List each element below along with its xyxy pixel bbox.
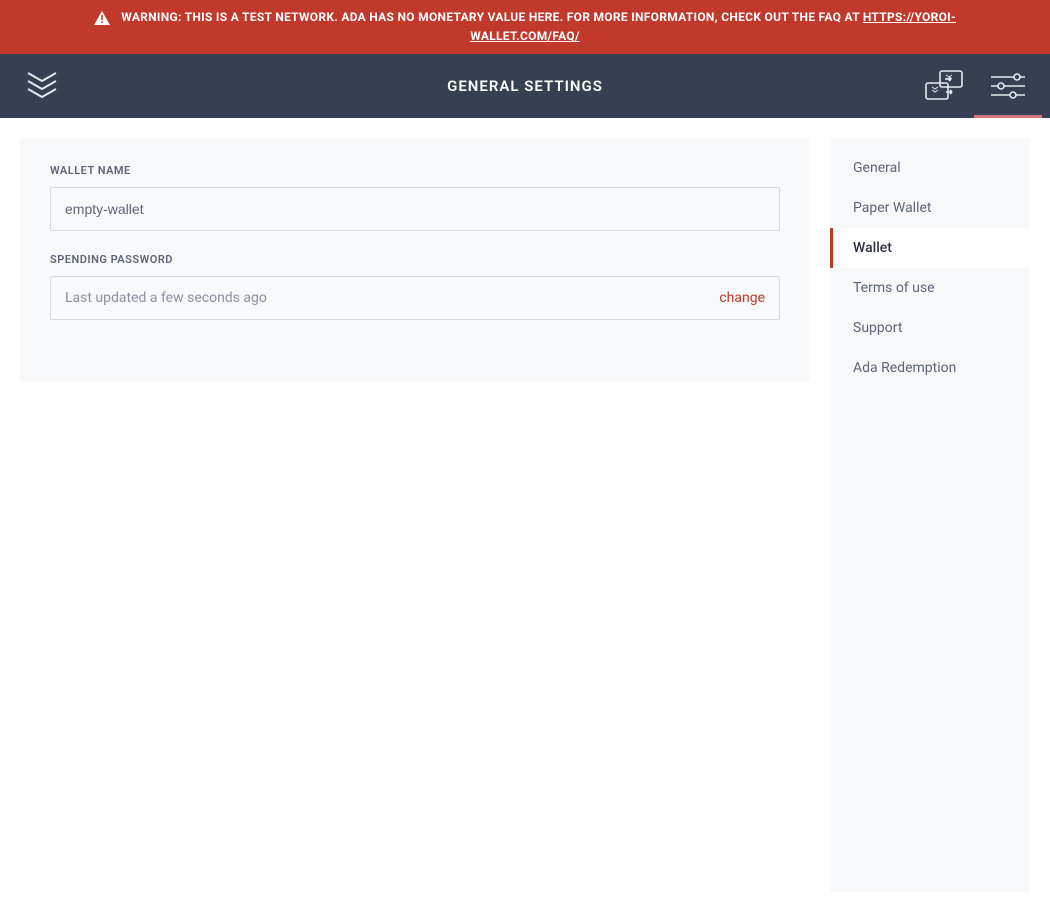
settings-sidebar: General Paper Wallet Wallet Terms of use… bbox=[830, 138, 1030, 892]
sidebar-item-paper-wallet[interactable]: Paper Wallet bbox=[830, 188, 1030, 228]
settings-panel: Wallet Name Spending Password Last updat… bbox=[20, 138, 810, 382]
sidebar-item-general[interactable]: General bbox=[830, 148, 1030, 188]
sidebar-item-label: Support bbox=[853, 320, 902, 336]
sidebar-item-label: Ada Redemption bbox=[853, 360, 956, 376]
sidebar-item-label: Paper Wallet bbox=[853, 200, 932, 216]
sidebar-item-label: Terms of use bbox=[853, 280, 935, 296]
sidebar-item-terms-of-use[interactable]: Terms of use bbox=[830, 268, 1030, 308]
wallet-switch-icon[interactable] bbox=[924, 66, 964, 106]
sidebar-item-wallet[interactable]: Wallet bbox=[830, 228, 1030, 268]
spending-password-change-link[interactable]: change bbox=[719, 290, 765, 306]
main-content: Wallet Name Spending Password Last updat… bbox=[0, 118, 1050, 912]
warning-triangle-icon bbox=[94, 11, 110, 25]
settings-active-indicator bbox=[974, 115, 1042, 118]
wallet-name-input[interactable] bbox=[50, 187, 780, 231]
sidebar-item-support[interactable]: Support bbox=[830, 308, 1030, 348]
spending-password-label: Spending Password bbox=[50, 253, 780, 266]
testnet-warning-banner: Warning: This is a test network. ADA has… bbox=[0, 0, 1050, 54]
top-navbar: General Settings bbox=[0, 54, 1050, 118]
app-logo-icon[interactable] bbox=[22, 66, 62, 106]
spending-password-box: Last updated a few seconds ago change bbox=[50, 276, 780, 320]
warning-text: Warning: This is a test network. ADA has… bbox=[121, 10, 863, 24]
spending-password-status: Last updated a few seconds ago bbox=[65, 290, 267, 306]
wallet-name-field-group: Wallet Name bbox=[50, 164, 780, 231]
wallet-name-label: Wallet Name bbox=[50, 164, 780, 177]
sidebar-item-label: General bbox=[853, 160, 901, 176]
sidebar-item-label: Wallet bbox=[853, 240, 892, 256]
sidebar-item-ada-redemption[interactable]: Ada Redemption bbox=[830, 348, 1030, 388]
page-title: General Settings bbox=[0, 77, 1050, 95]
settings-icon[interactable] bbox=[988, 66, 1028, 106]
spending-password-field-group: Spending Password Last updated a few sec… bbox=[50, 253, 780, 320]
